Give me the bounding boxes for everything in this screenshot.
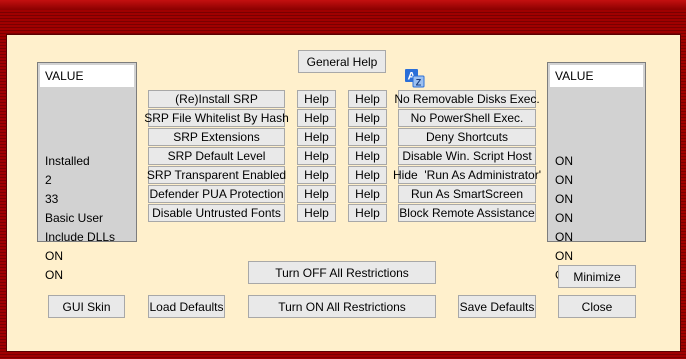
left-list-item[interactable]: 33 (45, 190, 58, 208)
left-list-item[interactable]: 2 (45, 171, 52, 189)
srp-default-level-button[interactable]: SRP Default Level (148, 147, 285, 165)
right-list-item[interactable]: ON (555, 247, 573, 265)
help-button[interactable]: Help (297, 90, 336, 108)
right-list-item[interactable]: ON (555, 190, 573, 208)
save-defaults-button[interactable]: Save Defaults (458, 295, 536, 318)
right-list-item[interactable]: ON (555, 209, 573, 227)
left-list-item[interactable]: Include DLLs (45, 228, 115, 246)
title-strip (0, 0, 686, 10)
left-value-list[interactable]: VALUE Installed 2 33 Basic User Include … (37, 62, 137, 282)
help-button[interactable]: Help (297, 147, 336, 165)
help-button[interactable]: Help (348, 147, 387, 165)
right-list-item[interactable]: ON (555, 171, 573, 189)
left-list-item[interactable]: Installed (45, 152, 90, 170)
help-button[interactable]: Help (297, 204, 336, 222)
right-list-item[interactable]: ON (555, 152, 573, 170)
help-button[interactable]: Help (348, 204, 387, 222)
help-button[interactable]: Help (348, 128, 387, 146)
left-list-item[interactable]: ON (45, 266, 63, 284)
minimize-button[interactable]: Minimize (558, 265, 636, 288)
help-button[interactable]: Help (297, 166, 336, 184)
sort-az-icon[interactable]: A Z (404, 67, 426, 89)
help-button[interactable]: Help (348, 90, 387, 108)
disable-win-script-host-button[interactable]: Disable Win. Script Host (398, 147, 536, 165)
help-button[interactable]: Help (297, 128, 336, 146)
help-button[interactable]: Help (348, 109, 387, 127)
srp-file-whitelist-button[interactable]: SRP File Whitelist By Hash (144, 109, 289, 127)
no-powershell-exec-button[interactable]: No PowerShell Exec. (398, 109, 536, 127)
disable-untrusted-fonts-button[interactable]: Disable Untrusted Fonts (148, 204, 285, 222)
run-as-smartscreen-button[interactable]: Run As SmartScreen (398, 185, 536, 203)
general-help-button[interactable]: General Help (298, 50, 386, 73)
help-button[interactable]: Help (348, 166, 387, 184)
left-list-header: VALUE (40, 65, 134, 87)
load-defaults-button[interactable]: Load Defaults (148, 295, 225, 318)
help-button[interactable]: Help (297, 109, 336, 127)
turn-off-all-restrictions-button[interactable]: Turn OFF All Restrictions (248, 261, 436, 284)
right-list-header: VALUE (550, 65, 643, 87)
no-removable-disks-exec-button[interactable]: No Removable Disks Exec. (394, 90, 540, 108)
turn-on-all-restrictions-button[interactable]: Turn ON All Restrictions (248, 295, 436, 318)
left-list-item[interactable]: Basic User (45, 209, 103, 227)
help-button[interactable]: Help (348, 185, 387, 203)
reinstall-srp-button[interactable]: (Re)Install SRP (148, 90, 285, 108)
left-list-item[interactable]: ON (45, 247, 63, 265)
help-button[interactable]: Help (297, 185, 336, 203)
right-value-list[interactable]: VALUE ON ON ON ON ON ON ON (547, 62, 646, 282)
hide-run-as-administrator-button[interactable]: Hide 'Run As Administrator' (393, 166, 541, 184)
block-remote-assistance-button[interactable]: Block Remote Assistance (398, 204, 536, 222)
defender-pua-protection-button[interactable]: Defender PUA Protection (148, 185, 285, 203)
close-button[interactable]: Close (558, 295, 636, 318)
srp-transparent-enabled-button[interactable]: SRP Transparent Enabled (147, 166, 286, 184)
deny-shortcuts-button[interactable]: Deny Shortcuts (398, 128, 536, 146)
gui-skin-button[interactable]: GUI Skin (48, 295, 125, 318)
svg-text:Z: Z (416, 78, 422, 88)
right-list-item[interactable]: ON (555, 228, 573, 246)
srp-extensions-button[interactable]: SRP Extensions (148, 128, 285, 146)
